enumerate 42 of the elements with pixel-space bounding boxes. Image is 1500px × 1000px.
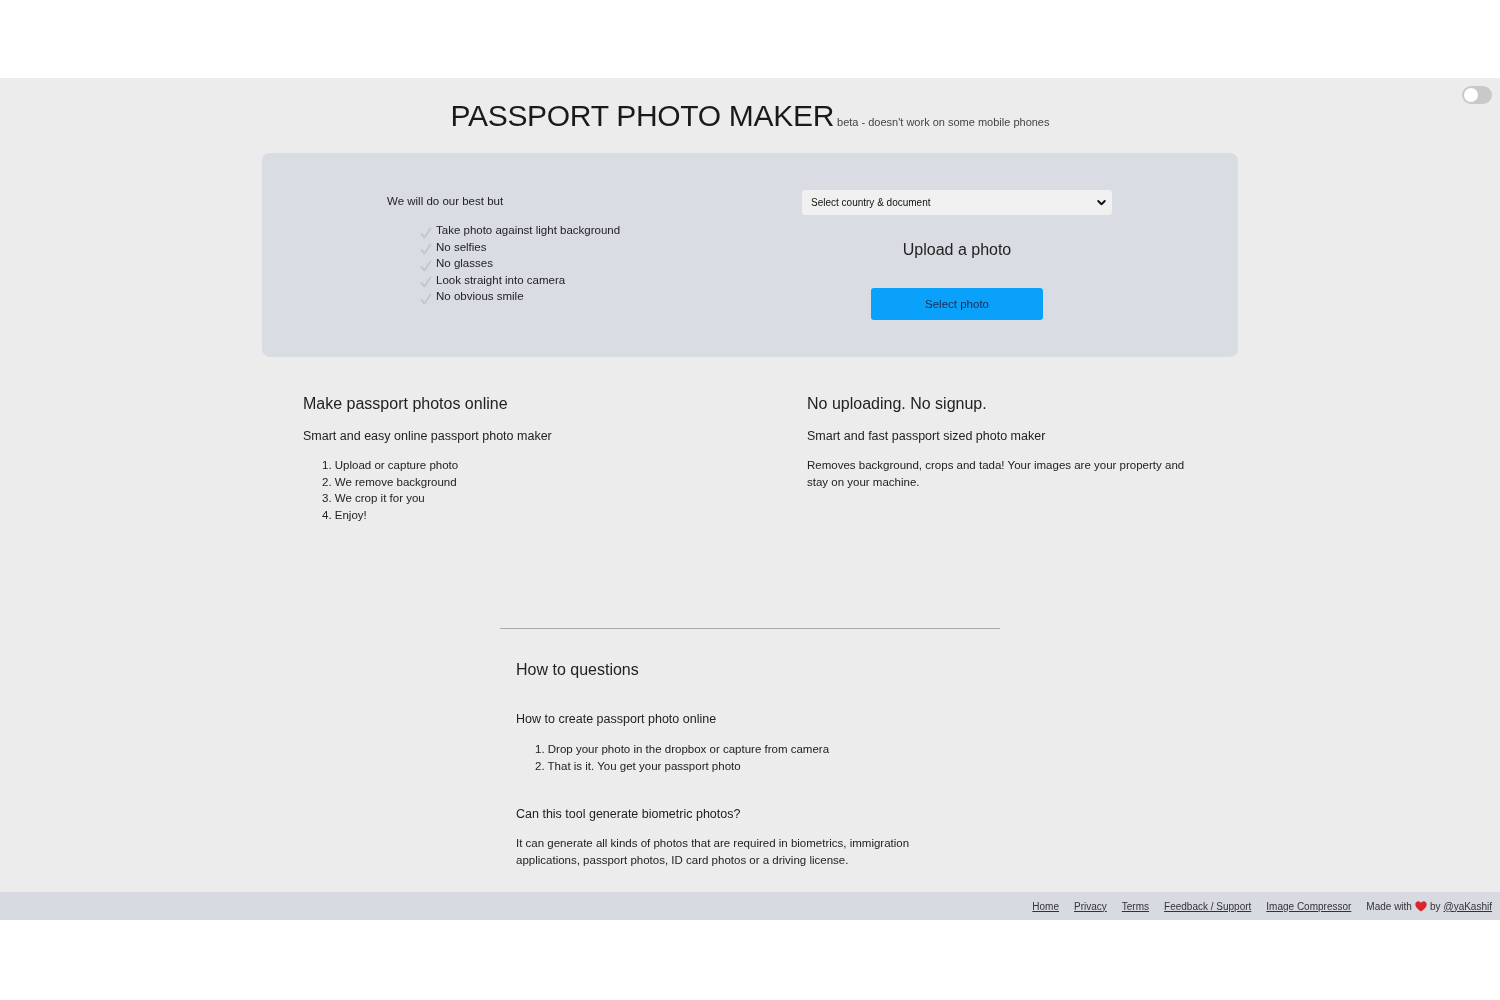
faq-question: How to create passport photo online bbox=[516, 711, 718, 728]
check-icon bbox=[420, 276, 432, 289]
document-select[interactable]: Select country & document bbox=[802, 190, 1112, 215]
credit-text: Made with bbox=[1366, 900, 1412, 912]
check-icon bbox=[420, 226, 432, 239]
step-item: 1. Drop your photo in the dropbox or capture from camera bbox=[535, 742, 831, 757]
beta-note: beta - doesn't work on some mobile phones bbox=[837, 116, 1050, 128]
tip-text: No selfies bbox=[436, 239, 487, 255]
feature-subheading: Smart and fast passport sized photo maker bbox=[807, 428, 1047, 445]
feature-subheading: Smart and easy online passport photo maker bbox=[303, 428, 553, 445]
check-icon bbox=[420, 292, 432, 305]
page-title: PASSPORT PHOTO MAKER bbox=[450, 98, 835, 134]
caret-icon bbox=[1097, 199, 1106, 206]
tip-text: Look straight into camera bbox=[436, 272, 566, 288]
step-item: 3. We crop it for you bbox=[322, 491, 426, 506]
tips-intro: We will do our best but bbox=[387, 194, 505, 209]
footer-link[interactable]: Feedback / Support bbox=[1164, 900, 1252, 912]
check-icon bbox=[420, 259, 432, 272]
author-link[interactable]: @yaKashif bbox=[1443, 900, 1492, 912]
credit-text: by bbox=[1429, 900, 1441, 912]
select-photo-button[interactable]: Select photo bbox=[871, 288, 1043, 320]
tip-text: No obvious smile bbox=[436, 289, 524, 304]
tip-text: No glasses bbox=[436, 256, 493, 271]
feature-paragraph: Removes background, crops and tada! Your images are your property and stay on your machine. bbox=[807, 458, 1186, 490]
footer-link[interactable]: Image Compressor bbox=[1266, 900, 1352, 912]
tip-text: Take photo against light background bbox=[436, 223, 621, 238]
step-item: 4. Enjoy! bbox=[322, 507, 368, 523]
footer-link[interactable]: Privacy bbox=[1074, 900, 1107, 912]
footer-link[interactable]: Home bbox=[1032, 900, 1059, 912]
check-icon bbox=[420, 243, 432, 256]
toggle-switch[interactable] bbox=[1462, 86, 1492, 104]
step-item: 2. We remove background bbox=[322, 474, 458, 490]
upload-heading: Upload a photo bbox=[902, 240, 1012, 260]
faq-title: How to questions bbox=[516, 660, 640, 680]
faq-question: Can this tool generate biometric photos? bbox=[516, 806, 742, 823]
step-item: 2. That is it. You get your passport photo bbox=[535, 758, 742, 774]
step-item: 1. Upload or capture photo bbox=[322, 458, 460, 473]
feature-heading: No uploading. No signup. bbox=[807, 394, 988, 414]
heart-icon bbox=[1414, 900, 1427, 912]
footer-link[interactable]: Terms bbox=[1121, 900, 1150, 912]
faq-answer: It can generate all kinds of photos that are required in biometrics, immigration applications, passport photos, ID card photos or a driving license. bbox=[516, 836, 911, 868]
feature-heading: Make passport photos online bbox=[303, 394, 509, 414]
